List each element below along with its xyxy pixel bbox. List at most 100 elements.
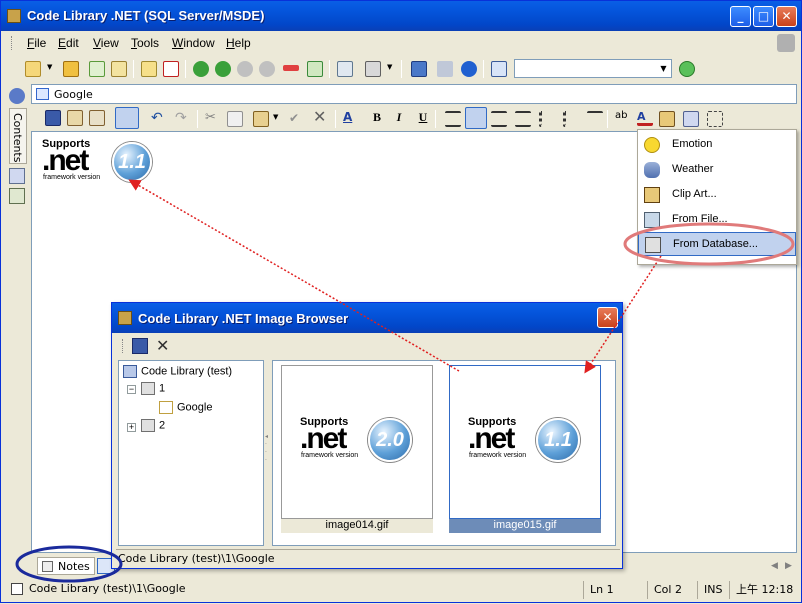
menu-item-from-database[interactable]: From Database... bbox=[638, 232, 796, 256]
dialog-toolbar-grip[interactable] bbox=[122, 339, 125, 353]
search-combo[interactable]: ▼ bbox=[514, 59, 672, 78]
tools-icon[interactable] bbox=[437, 61, 453, 77]
dialog-title-bar[interactable]: Code Library .NET Image Browser ✕ bbox=[112, 303, 622, 333]
minimize-button[interactable]: _ bbox=[730, 6, 751, 27]
highlight-icon[interactable]: ab bbox=[615, 110, 631, 126]
format-painter-icon[interactable]: ✔ bbox=[289, 111, 305, 127]
copy-icon[interactable] bbox=[227, 111, 243, 127]
menu-view[interactable]: View bbox=[93, 36, 119, 50]
chevron-down-icon[interactable]: ▼ bbox=[656, 60, 671, 77]
help-icon[interactable] bbox=[461, 61, 477, 77]
down-icon[interactable] bbox=[259, 61, 275, 77]
tree-node-1[interactable]: 1 bbox=[141, 382, 165, 395]
remove-link-icon[interactable] bbox=[283, 65, 299, 71]
layout-icon[interactable] bbox=[411, 61, 427, 77]
bold-button[interactable]: B bbox=[369, 110, 385, 126]
cut-icon[interactable]: ✂ bbox=[205, 111, 221, 127]
splitter-handle[interactable]: ◂ · · · bbox=[265, 433, 270, 473]
align-left-button[interactable] bbox=[465, 107, 487, 129]
go-icon[interactable] bbox=[679, 61, 695, 77]
menu-edit[interactable]: Edit bbox=[58, 36, 79, 50]
font-color-icon[interactable]: A bbox=[637, 110, 653, 126]
tab-notes[interactable]: Notes bbox=[37, 557, 95, 575]
insert-link-icon[interactable] bbox=[683, 111, 699, 127]
menu-help[interactable]: Help bbox=[226, 36, 251, 50]
up-icon[interactable] bbox=[237, 61, 253, 77]
new-dropdown-arrow[interactable]: ▼ bbox=[47, 63, 52, 71]
indent-icon[interactable] bbox=[307, 61, 323, 77]
dialog-delete-icon[interactable]: ✕ bbox=[156, 336, 169, 355]
underline-button[interactable]: U bbox=[415, 110, 431, 126]
edit-note-icon[interactable] bbox=[67, 110, 83, 126]
menu-item-label: From File... bbox=[672, 213, 728, 225]
menu-file[interactable]: File bbox=[27, 36, 46, 50]
menu-item-from-file[interactable]: From File... bbox=[638, 208, 796, 232]
print-dropdown-arrow[interactable]: ▼ bbox=[387, 63, 392, 71]
dialog-status-path: Code Library (test)\1\Google bbox=[116, 549, 620, 567]
search-panel-icon[interactable] bbox=[9, 168, 25, 184]
insert-picture-icon[interactable] bbox=[659, 111, 675, 127]
menu-window[interactable]: Window bbox=[172, 36, 215, 50]
tree-node-root[interactable]: Code Library (test) bbox=[123, 365, 232, 378]
open-note-icon[interactable] bbox=[89, 110, 105, 126]
image-thumbnail-selected[interactable]: Supports .net framework version 1.1 bbox=[449, 365, 601, 519]
title-bar[interactable]: Code Library .NET (SQL Server/MSDE) _ □ … bbox=[1, 1, 801, 31]
menu-grip[interactable] bbox=[11, 36, 14, 50]
bullet-list-icon[interactable] bbox=[539, 111, 555, 127]
save-icon[interactable] bbox=[45, 110, 61, 126]
font-icon[interactable]: A bbox=[343, 110, 359, 126]
number-list-icon[interactable] bbox=[563, 111, 579, 127]
database-icon bbox=[123, 365, 137, 378]
contents-tab[interactable]: Contents bbox=[9, 108, 27, 164]
delete-item-icon[interactable] bbox=[163, 61, 179, 77]
undo-icon[interactable]: ↶ bbox=[151, 111, 167, 127]
bookmark-panel-icon[interactable] bbox=[9, 188, 25, 204]
paste-icon[interactable] bbox=[253, 111, 269, 127]
print-icon[interactable] bbox=[365, 61, 381, 77]
maximize-button[interactable]: □ bbox=[753, 6, 774, 27]
outdent-icon[interactable] bbox=[587, 111, 603, 127]
nav-back-icon[interactable] bbox=[9, 88, 25, 104]
item-title-bar[interactable]: Google bbox=[31, 84, 797, 104]
forward-icon[interactable] bbox=[215, 61, 231, 77]
tree-node-label: 2 bbox=[159, 419, 166, 432]
align-right-icon[interactable] bbox=[515, 111, 531, 127]
dialog-app-icon bbox=[118, 311, 132, 325]
refresh-icon[interactable] bbox=[89, 61, 105, 77]
format-toolbar: ↶ ↷ ✂ ▼ ✔ ✕ A B I U ab A bbox=[31, 107, 731, 131]
new-folder-icon[interactable] bbox=[25, 61, 41, 77]
italic-button[interactable]: I bbox=[391, 110, 407, 126]
menu-item-clip-art[interactable]: Clip Art... bbox=[638, 183, 796, 207]
export-icon[interactable] bbox=[337, 61, 353, 77]
menu-tools[interactable]: Tools bbox=[131, 36, 159, 50]
folder-icon bbox=[141, 419, 155, 432]
status-bar: Code Library (test)\1\Google Ln 1 Col 2 … bbox=[5, 580, 799, 600]
dialog-save-icon[interactable] bbox=[132, 338, 148, 354]
properties-icon[interactable] bbox=[111, 61, 127, 77]
redo-icon[interactable]: ↷ bbox=[175, 111, 191, 127]
image-thumbnail[interactable]: Supports .net framework version 2.0 bbox=[281, 365, 433, 519]
document-icon bbox=[36, 88, 49, 100]
menu-item-emotion[interactable]: Emotion bbox=[638, 133, 796, 157]
open-folder-icon[interactable] bbox=[63, 61, 79, 77]
paste-dropdown-arrow[interactable]: ▼ bbox=[273, 113, 278, 121]
tree-node-google[interactable]: Google bbox=[159, 401, 212, 414]
justify-icon[interactable] bbox=[445, 111, 461, 127]
tree-collapse-toggle[interactable]: − bbox=[127, 385, 136, 394]
tree-expand-toggle[interactable]: + bbox=[127, 423, 136, 432]
edit-mode-button[interactable] bbox=[115, 107, 139, 129]
app-icon[interactable] bbox=[7, 9, 21, 23]
back-icon[interactable] bbox=[193, 61, 209, 77]
dialog-close-button[interactable]: ✕ bbox=[597, 307, 618, 328]
insert-table-icon[interactable] bbox=[707, 111, 723, 127]
weather-icon bbox=[644, 162, 660, 178]
window-title: Code Library .NET (SQL Server/MSDE) bbox=[27, 8, 265, 23]
tree-node-2[interactable]: 2 bbox=[141, 419, 165, 432]
align-center-icon[interactable] bbox=[491, 111, 507, 127]
menu-item-weather[interactable]: Weather bbox=[638, 158, 796, 182]
net-logo-image[interactable]: Supports .net framework version 1.1 bbox=[42, 138, 152, 186]
close-button[interactable]: ✕ bbox=[776, 6, 797, 27]
search-options-icon[interactable] bbox=[491, 61, 507, 77]
remove-format-icon[interactable]: ✕ bbox=[313, 109, 329, 125]
new-item-icon[interactable] bbox=[141, 61, 157, 77]
